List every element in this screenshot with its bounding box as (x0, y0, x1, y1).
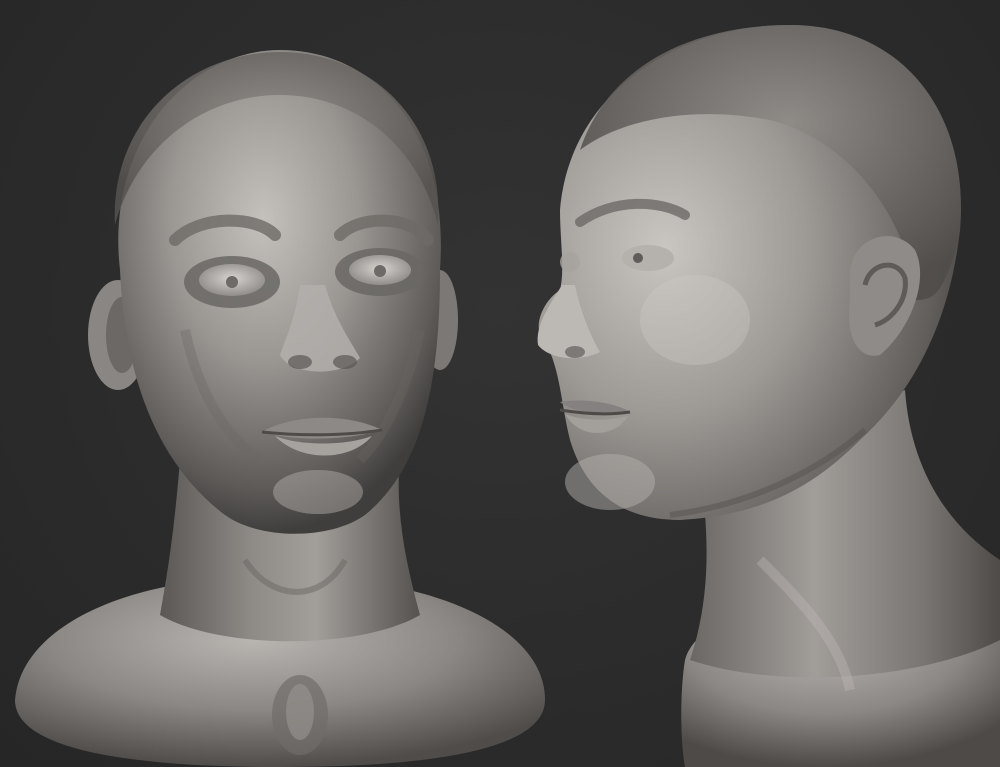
side-eye-shape (622, 245, 674, 271)
front-view-bust (0, 0, 560, 767)
side-bust-icon (537, 25, 1000, 767)
sculpt-viewport[interactable] (0, 0, 1000, 767)
front-bust-icon (15, 50, 545, 767)
side-view-bust (520, 0, 1000, 767)
